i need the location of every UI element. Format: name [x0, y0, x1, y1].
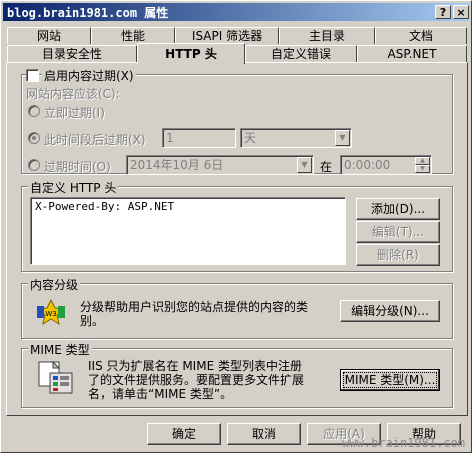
tab-documents[interactable]: 文档 [375, 27, 467, 44]
properties-dialog: blog.brain1981.com 属性 ? × 网站 性能 ISAPI 筛选… [0, 0, 472, 453]
expire-after-unit-select[interactable]: 天 ▼ [240, 128, 352, 148]
custom-http-headers-label: 自定义 HTTP 头 [28, 179, 119, 196]
title-bar[interactable]: blog.brain1981.com 属性 ? × [3, 3, 469, 21]
tab-custom-errors[interactable]: 自定义错误 [245, 45, 357, 62]
radio-expire-on[interactable] [28, 159, 40, 171]
ratings-icon: W3 [36, 298, 66, 326]
tab-home-directory[interactable]: 主目录 [279, 27, 375, 44]
at-label: 在 [320, 160, 333, 174]
window-title: blog.brain1981.com 属性 [7, 6, 169, 20]
tab-http-headers[interactable]: HTTP 头 [137, 43, 245, 64]
watermark: www.brain1981.com [342, 436, 465, 450]
remove-header-button[interactable]: 删除(R) [356, 244, 440, 266]
mime-types-icon [38, 361, 73, 394]
ratings-description-line1: 分级帮助用户识别您的站点提供的内容的类 [80, 300, 309, 314]
expiry-heading: 网站内容应该(C): [26, 87, 120, 101]
chevron-down-icon[interactable]: ▼ [335, 130, 350, 146]
tab-directory-security[interactable]: 目录安全性 [7, 45, 137, 62]
expire-time-input[interactable]: 0:00:00 ▲ ▼ [340, 155, 432, 175]
content-expiry-group: 启用内容过期(X) 网站内容应该(C): 立即过期(I) 此时间段后过期(X) … [21, 67, 453, 175]
edit-header-button[interactable]: 编辑(T)... [356, 221, 440, 243]
add-header-button[interactable]: 添加(D)... [356, 198, 440, 220]
tab-website[interactable]: 网站 [7, 27, 91, 44]
chevron-down-icon[interactable]: ▼ [297, 157, 312, 173]
mime-types-group: MIME 类型 IIS 只为扩展名在 MIME 类型列表中注册 了的文件提供服务… [21, 341, 453, 408]
content-ratings-group: 内容分级 W3 分级帮助用户识别您的站点提供的内容的类 别。 编辑分级(N)..… [21, 276, 453, 339]
tab-isapi-filters[interactable]: ISAPI 筛选器 [175, 27, 279, 44]
help-icon[interactable]: ? [435, 5, 451, 19]
mime-types-button[interactable]: MIME 类型(M)... [340, 369, 440, 391]
list-item[interactable]: X-Powered-By: ASP.NET [35, 200, 341, 213]
radio-expire-on-label: 过期时间(O) [44, 160, 111, 174]
mime-description-line3: 名，请单击“MIME 类型”。 [88, 387, 233, 401]
spin-down-icon[interactable]: ▼ [415, 165, 430, 173]
custom-headers-list[interactable]: X-Powered-By: ASP.NET [30, 197, 346, 265]
ratings-description-line2: 别。 [80, 314, 105, 328]
enable-expiry-checkbox[interactable] [26, 69, 39, 82]
radio-expire-after[interactable] [28, 132, 40, 144]
expire-date-picker[interactable]: 2014年10月 6日 ▼ [126, 155, 314, 175]
close-icon[interactable]: × [453, 5, 469, 19]
expire-after-unit-value: 天 [244, 131, 257, 145]
radio-expire-immediately-label: 立即过期(I) [44, 106, 105, 120]
radio-expire-after-label: 此时间段后过期(X) [44, 133, 146, 147]
radio-expire-immediately[interactable] [28, 105, 40, 117]
edit-ratings-button[interactable]: 编辑分级(N)... [340, 300, 440, 322]
expire-time-value: 0:00:00 [344, 158, 391, 172]
ok-button[interactable]: 确定 [147, 423, 221, 445]
cancel-button[interactable]: 取消 [227, 423, 301, 445]
spin-up-icon[interactable]: ▲ [415, 157, 430, 165]
tab-performance[interactable]: 性能 [91, 27, 175, 44]
enable-expiry-label: 启用内容过期(X) [42, 67, 136, 84]
svg-text:W3: W3 [45, 310, 56, 318]
tab-panel-http-headers: 启用内容过期(X) 网站内容应该(C): 立即过期(I) 此时间段后过期(X) … [6, 62, 468, 416]
mime-types-label: MIME 类型 [28, 341, 92, 358]
content-ratings-label: 内容分级 [28, 276, 81, 293]
expire-date-value: 2014年10月 6日 [130, 158, 224, 172]
expire-after-value-input[interactable]: 1 [162, 128, 236, 148]
custom-http-headers-group: 自定义 HTTP 头 X-Powered-By: ASP.NET 添加(D)..… [21, 179, 453, 272]
tab-aspnet[interactable]: ASP.NET [357, 45, 467, 62]
